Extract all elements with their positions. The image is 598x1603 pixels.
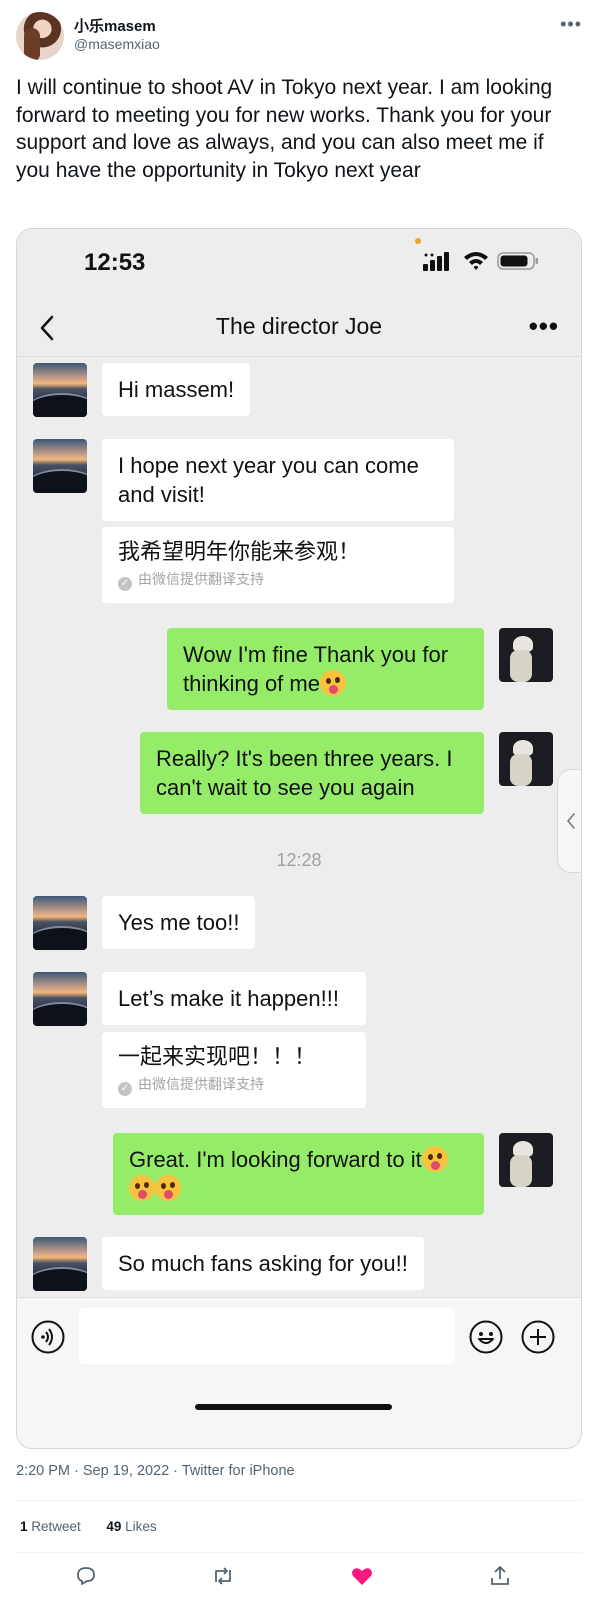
own-avatar[interactable]	[499, 1133, 553, 1187]
contact-avatar[interactable]	[33, 439, 87, 493]
chevron-left-small-icon	[566, 813, 575, 829]
contact-avatar[interactable]	[33, 363, 87, 417]
message-text: Hi massem!	[118, 377, 235, 402]
privacy-indicator-dot	[415, 238, 421, 244]
reply-icon[interactable]	[74, 1564, 98, 1588]
tongue-emoji-icon	[129, 1175, 155, 1201]
heart-icon[interactable]	[350, 1564, 374, 1588]
message-bubble[interactable]: Great. I'm looking forward to it	[113, 1133, 484, 1215]
message-text: Wow I'm fine Thank you for thinking of m…	[183, 642, 449, 696]
check-icon: ✓	[118, 577, 132, 591]
cellular-signal-icon	[423, 252, 449, 271]
chat-nav-bar: The director Joe •••	[17, 299, 581, 357]
wifi-icon	[464, 252, 488, 270]
author-display-name[interactable]: 小乐masem	[74, 15, 156, 36]
message-bubble[interactable]: Wow I'm fine Thank you for thinking of m…	[167, 628, 484, 710]
tongue-emoji-icon	[319, 670, 346, 696]
chat-more-icon[interactable]: •••	[529, 311, 559, 342]
chat-time-divider: 12:28	[276, 850, 322, 870]
own-avatar[interactable]	[499, 732, 553, 786]
smiley-icon[interactable]	[469, 1320, 503, 1354]
divider	[16, 1552, 582, 1553]
tweet-stats: 1 Retweet 49 Likes	[20, 1519, 157, 1534]
message-text: So much fans asking for you!!	[118, 1251, 408, 1276]
contact-avatar[interactable]	[33, 972, 87, 1026]
tongue-emoji-icon	[155, 1175, 181, 1201]
attached-screenshot[interactable]: 12:53 The director Joe ••• Hi massem! I …	[16, 228, 582, 1449]
message-bubble[interactable]: I hope next year you can come and visit!	[102, 439, 454, 521]
chat-title: The director Joe	[215, 313, 383, 339]
translation-note: ✓ 由微信提供翻译支持	[118, 570, 438, 591]
message-bubble[interactable]: Hi massem!	[102, 363, 251, 416]
more-horizontal-icon[interactable]: •••	[560, 14, 582, 35]
plus-circle-icon[interactable]	[521, 1320, 555, 1354]
contact-avatar[interactable]	[33, 896, 87, 950]
message-bubble[interactable]: Really? It's been three years. I can't w…	[140, 732, 484, 814]
contact-avatar[interactable]	[33, 1237, 87, 1291]
tweet-timestamp[interactable]: 2:20 PM · Sep 19, 2022 · Twitter for iPh…	[16, 1463, 295, 1479]
phone-status-bar: 12:53	[17, 229, 581, 299]
message-text: I hope next year you can come and visit!	[118, 453, 419, 507]
translation-bubble[interactable]: 我希望明年你能来参观！ ✓ 由微信提供翻译支持	[102, 527, 454, 603]
chat-input-bar	[17, 1297, 581, 1448]
message-text: Great. I'm looking forward to it	[129, 1147, 422, 1172]
message-text: Yes me too!!	[118, 910, 240, 935]
check-icon: ✓	[118, 1082, 132, 1096]
translation-text: 我希望明年你能来参观！	[118, 539, 361, 564]
status-clock: 12:53	[84, 249, 146, 276]
like-count[interactable]: 49 Likes	[106, 1519, 156, 1534]
battery-icon	[497, 252, 538, 270]
tweet-action-bar	[0, 1560, 598, 1594]
tweet-text: I will continue to shoot AV in Tokyo nex…	[16, 76, 553, 182]
home-indicator[interactable]	[195, 1404, 392, 1410]
message-text: Really? It's been three years. I can't w…	[156, 746, 453, 800]
divider	[16, 1500, 582, 1501]
tongue-emoji-icon	[421, 1146, 448, 1172]
message-input[interactable]	[79, 1308, 455, 1364]
translation-text: 一起来实现吧！！！	[118, 1044, 317, 1069]
voice-icon[interactable]	[31, 1320, 65, 1354]
message-text: Let’s make it happen!!!	[118, 986, 339, 1011]
message-bubble[interactable]: So much fans asking for you!!	[102, 1237, 424, 1290]
side-collapse-tab[interactable]	[557, 769, 581, 873]
own-avatar[interactable]	[499, 628, 553, 682]
retweet-icon[interactable]	[211, 1564, 235, 1588]
share-icon[interactable]	[488, 1564, 512, 1588]
author-avatar[interactable]	[16, 12, 64, 60]
message-bubble[interactable]: Yes me too!!	[102, 896, 256, 949]
tweet-header: 小乐masem @masemxiao •••	[16, 12, 582, 62]
translation-note: ✓ 由微信提供翻译支持	[118, 1075, 350, 1096]
author-handle[interactable]: @masemxiao	[74, 36, 160, 52]
message-bubble[interactable]: Let’s make it happen!!!	[102, 972, 366, 1025]
retweet-count[interactable]: 1 Retweet	[20, 1519, 81, 1534]
translation-bubble[interactable]: 一起来实现吧！！！ ✓ 由微信提供翻译支持	[102, 1032, 366, 1108]
